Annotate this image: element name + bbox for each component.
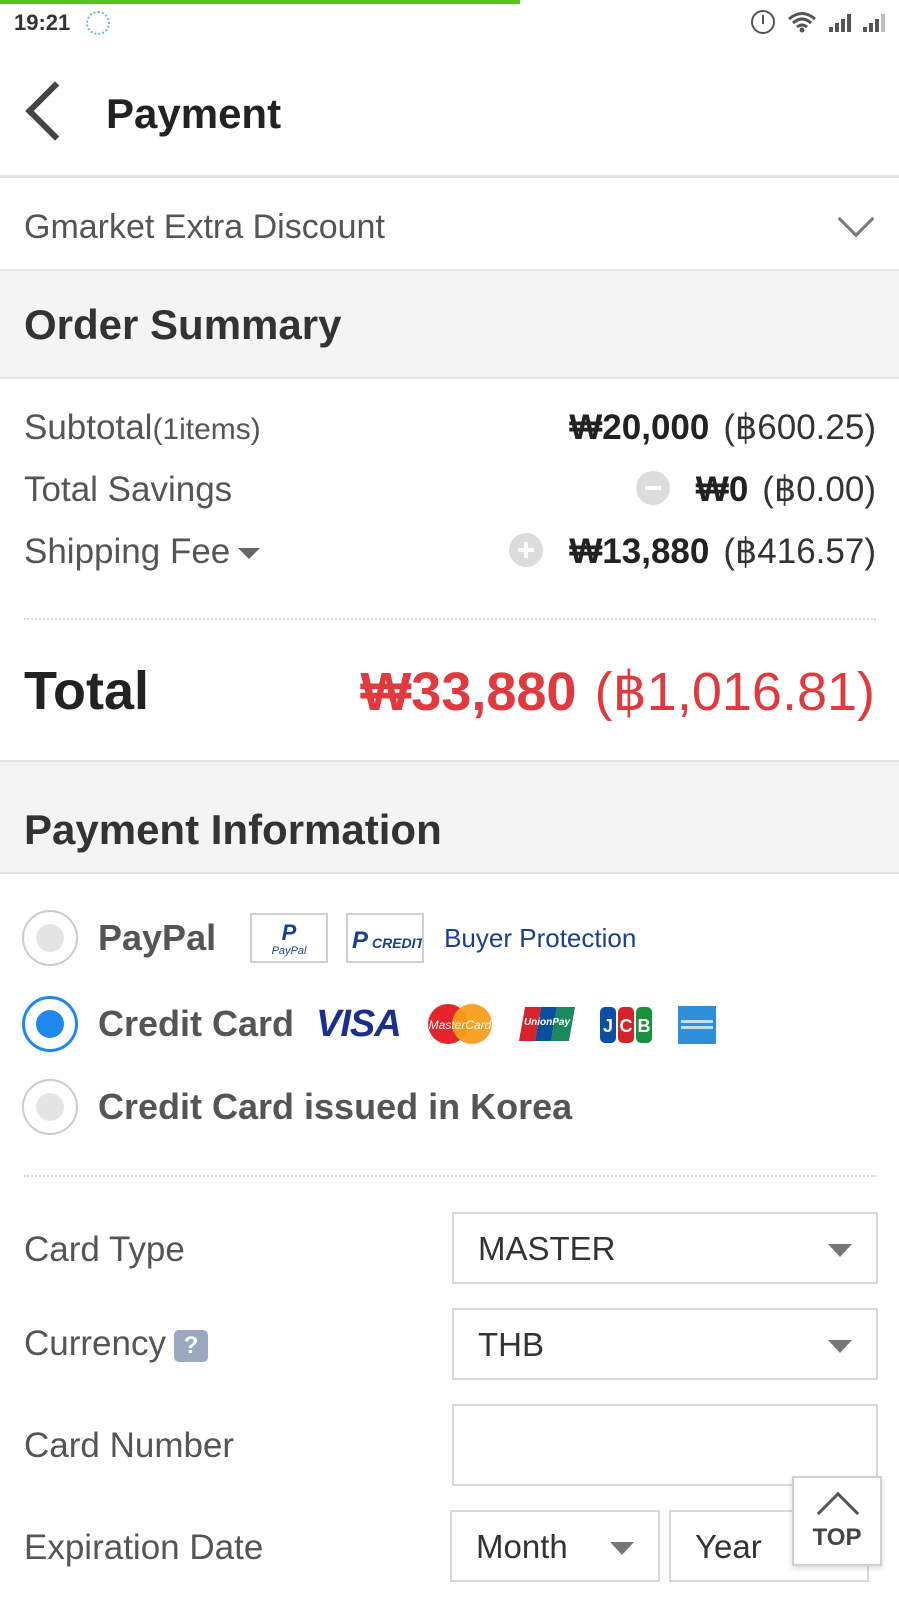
paypal-radio[interactable] [22,910,78,966]
subtotal-item-count: (1items) [152,413,261,446]
caret-down-icon [238,548,261,560]
svg-text:J: J [603,1016,613,1036]
mastercard-icon: MasterCard [425,1002,495,1046]
svg-text:B: B [637,1016,650,1036]
savings-label: Total Savings [24,470,233,509]
shipping-fee-toggle[interactable]: Shipping Fee [24,532,261,572]
visa-icon: VISA [316,1002,402,1045]
alarm-icon [751,10,775,34]
expiration-row: Expiration Date Month Year [24,1510,876,1584]
credit-card-label: Credit Card [98,1003,295,1044]
unionpay-icon: UnionPay [518,1005,575,1043]
order-summary-title: Order Summary [24,301,342,348]
card-type-select[interactable]: MASTER [452,1212,878,1284]
currency-row: Currency? THB [24,1308,878,1384]
card-number-input[interactable] [452,1404,878,1486]
order-summary-header: Order Summary [0,271,899,379]
expiration-month-select[interactable]: Month [450,1510,660,1582]
extra-discount-label: Gmarket Extra Discount [24,208,385,246]
svg-text:MasterCard: MasterCard [428,1018,491,1032]
status-bar: 19:21 [0,0,899,46]
paypal-logo-icon: P PayPal [250,913,329,963]
extra-discount-dropdown[interactable]: Gmarket Extra Discount [0,178,899,271]
page-title: Payment [106,90,282,137]
expiration-year-value: Year [695,1528,762,1565]
svg-text:CREDIT: CREDIT [372,935,422,951]
card-number-row: Card Number [24,1404,878,1486]
payment-info-header: Payment Information [0,762,899,874]
plus-icon [509,532,544,567]
card-type-label: Card Type [24,1230,185,1269]
korea-card-label: Credit Card issued in Korea [98,1086,573,1127]
card-type-value: MASTER [478,1230,616,1267]
signal-icon [863,12,885,32]
expiration-month-value: Month [476,1528,568,1565]
signal-icon [829,12,851,32]
jcb-icon: JCB [599,1005,653,1043]
svg-text:C: C [619,1016,632,1036]
korea-card-radio[interactable] [22,1079,78,1135]
paypal-credit-icon: P CREDIT [346,913,425,963]
payment-option-credit-card[interactable]: Credit Card VISA MasterCard UnionPay JCB [22,994,717,1054]
savings-row: Total Savings ₩0 (฿0.00) [24,470,876,520]
svg-text:UnionPay: UnionPay [524,1017,571,1028]
dropdown-arrow-icon [610,1542,634,1555]
amex-icon [677,1005,717,1044]
payment-option-paypal[interactable]: PayPal P PayPal P CREDIT Buyer Protection [22,908,636,968]
app-bar: Payment [0,46,899,178]
subtotal-label: Subtotal(1items) [24,408,261,447]
svg-text:P: P [352,927,369,954]
page-load-progress [0,0,520,4]
subtotal-amount: ₩20,000 (฿600.25) [569,408,876,447]
subtotal-row: Subtotal(1items) ₩20,000 (฿600.25) [24,408,876,458]
credit-card-radio[interactable] [22,996,78,1052]
payment-divider [24,1175,876,1177]
buyer-protection-link[interactable]: Buyer Protection [444,923,636,954]
expiration-label: Expiration Date [24,1528,264,1567]
paypal-label: PayPal [98,917,217,958]
dropdown-arrow-icon [828,1244,852,1257]
status-time: 19:21 [14,10,71,35]
scroll-top-button[interactable]: TOP [792,1476,882,1566]
card-number-label: Card Number [24,1426,235,1465]
help-icon[interactable]: ? [173,1329,208,1362]
currency-value: THB [478,1326,544,1363]
dropdown-arrow-icon [828,1340,852,1353]
total-row: Total ₩33,880 (฿1,016.81) [0,630,899,762]
wifi-icon [787,11,817,33]
card-type-row: Card Type MASTER [24,1212,878,1288]
svg-text:PayPal: PayPal [272,945,307,957]
shipping-amount: ₩13,880 (฿416.57) [509,532,876,572]
svg-text:P: P [282,920,297,945]
back-arrow-icon[interactable] [24,82,64,138]
shipping-row: Shipping Fee ₩13,880 (฿416.57) [24,532,876,582]
minus-icon [635,470,670,505]
total-amount: ₩33,880 (฿1,016.81) [360,662,875,722]
status-icons [751,10,885,34]
scroll-top-label: TOP [812,1524,862,1551]
currency-label: Currency? [24,1324,208,1364]
total-label: Total [24,661,149,721]
summary-divider [24,618,876,620]
chevron-down-icon [837,200,875,238]
payment-info-title: Payment Information [24,806,442,853]
sync-icon [86,11,110,35]
savings-amount: ₩0 (฿0.00) [635,470,876,510]
currency-select[interactable]: THB [452,1308,878,1380]
payment-option-korea-card[interactable]: Credit Card issued in Korea [22,1077,572,1137]
